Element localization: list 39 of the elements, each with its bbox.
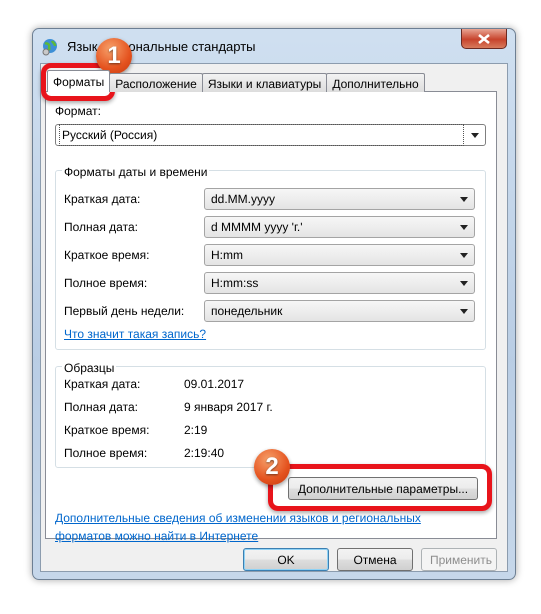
field-label: Первый день недели: [64,303,186,320]
format-dropdown[interactable]: H:mm:ss [204,272,475,294]
dropdown-arrow-icon [460,308,468,314]
dropdown-arrow-icon [471,132,479,138]
field-label: Краткая дата: [64,191,142,208]
field-label: Полная дата: [64,219,139,236]
format-dropdown[interactable]: dd.MM.yyyy [204,188,475,210]
format-dropdown[interactable]: H:mm [204,244,475,266]
tab[interactable]: Языки и клавиатуры [202,73,328,92]
field-label: Краткое время: [64,247,150,264]
help-link[interactable]: Что значит такая запись? [64,327,206,341]
tab[interactable]: Дополнительно [326,73,425,92]
close-icon [478,34,490,44]
step-badge: 2 [254,449,290,485]
dropdown-arrow-icon [460,224,468,230]
tab[interactable]: Форматы [47,70,110,92]
format-dropdown[interactable]: d MMMM yyyy 'г.' [204,216,475,238]
window-title: Язык [67,38,98,56]
field-label: Формат: [55,103,102,120]
dropdown-arrow-icon [460,252,468,258]
sample-value: 9 января 2017 г. [184,398,273,416]
advanced-settings-button[interactable]: Дополнительные параметры... [288,477,478,500]
sample-value: 09.01.2017 [184,376,244,392]
dropdown-arrow-icon [460,280,468,286]
tab[interactable]: Расположение [109,73,203,92]
format-dropdown[interactable]: понедельник [204,300,475,322]
sample-value: 2:19 [184,422,208,438]
sample-label: Полное время: [64,444,148,462]
info-link[interactable]: Дополнительные сведения об изменении языков и региональных форматов можно найти в Интернете [55,509,425,545]
dialog-button[interactable]: OK [243,548,329,571]
sample-label: Полная дата: [64,398,139,416]
sample-value: 2:19:40 [184,444,224,462]
close-button[interactable] [461,29,507,49]
sample-label: Краткая дата: [64,376,142,392]
sample-label: Краткое время: [64,422,150,438]
dropdown-arrow-icon [460,196,468,202]
globe-icon [41,38,59,56]
dialog-button[interactable]: Отмена [337,548,413,571]
field-label: Полное время: [64,275,148,292]
